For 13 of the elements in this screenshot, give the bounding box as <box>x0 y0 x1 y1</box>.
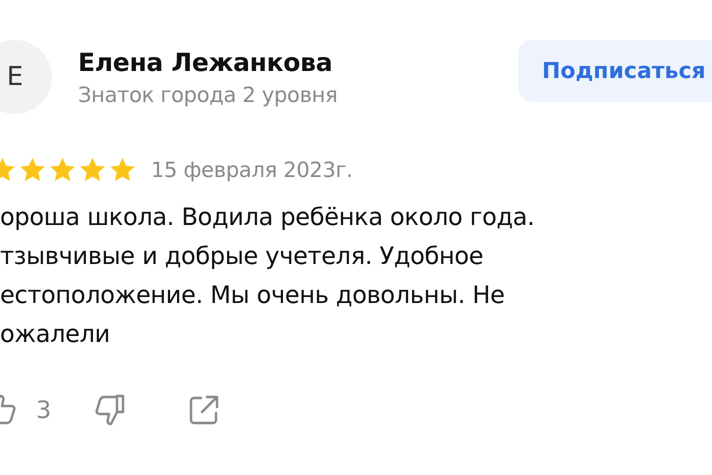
review-text: тзывчивые и добрые учетеля. Удобное <box>0 241 484 272</box>
review-date: 15 февраля 2023г. <box>151 158 353 182</box>
review-text: ожалели <box>0 319 111 350</box>
star-icon <box>78 156 107 184</box>
star-icon <box>108 156 137 184</box>
like-count: 3 <box>36 396 52 424</box>
subscribe-button[interactable]: Подписаться <box>518 40 712 102</box>
star-icon <box>48 156 77 184</box>
review-text: ороша школа. Водила ребёнка около года. <box>0 202 536 233</box>
author-status: Знаток города 2 уровня <box>78 82 338 106</box>
author-name[interactable]: Елена Лежанкова <box>78 48 338 76</box>
review-text: естоположение. Мы очень довольны. Не <box>0 280 506 311</box>
avatar: Е <box>0 40 52 114</box>
